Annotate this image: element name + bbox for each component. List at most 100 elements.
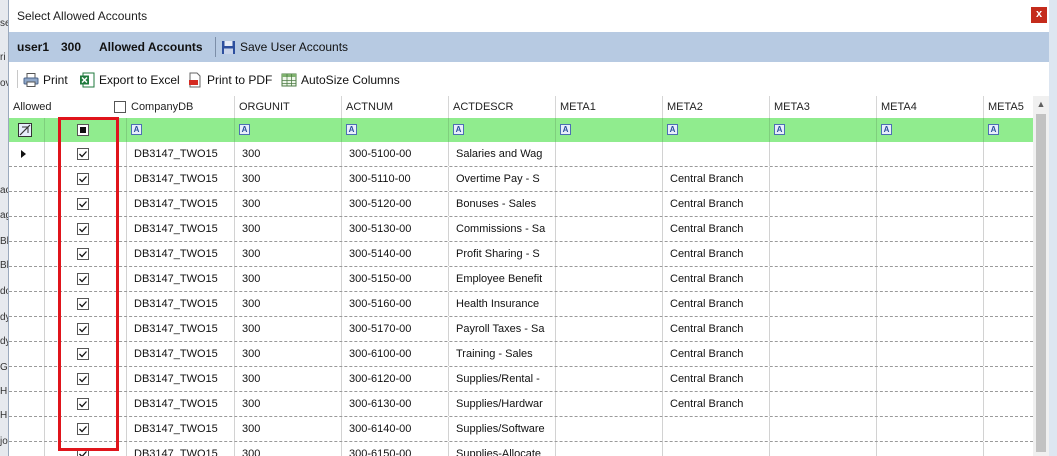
meta2-cell[interactable]: Central Branch <box>663 192 770 216</box>
header-companydb[interactable]: CompanyDB <box>127 96 235 118</box>
orgunit-cell[interactable]: 300 <box>235 142 342 166</box>
companydb-cell[interactable]: DB3147_TWO15 <box>127 242 235 266</box>
row-header[interactable] <box>9 392 45 416</box>
scroll-up-arrow-icon[interactable]: ▲ <box>1033 96 1049 112</box>
filter-text-icon[interactable]: A <box>239 124 250 135</box>
meta2-cell[interactable]: Central Branch <box>663 342 770 366</box>
meta3-cell[interactable] <box>770 267 877 291</box>
orgunit-cell[interactable]: 300 <box>235 342 342 366</box>
meta2-cell[interactable]: Central Branch <box>663 292 770 316</box>
actdescr-cell[interactable]: Commissions - Sa <box>449 217 556 241</box>
meta2-cell[interactable]: Central Branch <box>663 267 770 291</box>
actdescr-cell[interactable]: Health Insurance <box>449 292 556 316</box>
meta5-cell[interactable] <box>984 217 1033 241</box>
meta5-cell[interactable] <box>984 392 1033 416</box>
meta3-cell[interactable] <box>770 317 877 341</box>
header-meta4[interactable]: META4 <box>877 96 984 118</box>
actdescr-cell[interactable]: Training - Sales <box>449 342 556 366</box>
meta3-cell[interactable] <box>770 392 877 416</box>
meta2-cell[interactable]: Central Branch <box>663 167 770 191</box>
meta3-cell[interactable] <box>770 242 877 266</box>
actdescr-cell[interactable]: Overtime Pay - S <box>449 167 556 191</box>
vertical-scrollbar[interactable]: ▲ <box>1033 96 1049 456</box>
row-header[interactable] <box>9 417 45 441</box>
meta4-cell[interactable] <box>877 142 984 166</box>
header-allowed[interactable]: Allowed <box>9 96 126 118</box>
filter-orgunit-cell[interactable]: A <box>235 118 342 142</box>
companydb-cell[interactable]: DB3147_TWO15 <box>127 192 235 216</box>
filter-meta4-cell[interactable]: A <box>877 118 984 142</box>
actnum-cell[interactable]: 300-5120-00 <box>342 192 449 216</box>
filter-meta2-cell[interactable]: A <box>663 118 770 142</box>
header-actnum[interactable]: ACTNUM <box>342 96 449 118</box>
actdescr-cell[interactable]: Supplies/Rental - <box>449 367 556 391</box>
actnum-cell[interactable]: 300-5130-00 <box>342 217 449 241</box>
actdescr-cell[interactable]: Payroll Taxes - Sa <box>449 317 556 341</box>
table-row[interactable]: DB3147_TWO15 300 300-6130-00 Supplies/Hardw… <box>9 392 1033 417</box>
meta5-cell[interactable] <box>984 317 1033 341</box>
orgunit-cell[interactable]: 300 <box>235 417 342 441</box>
filter-text-icon[interactable]: A <box>346 124 357 135</box>
meta1-cell[interactable] <box>556 392 663 416</box>
filter-actnum-cell[interactable]: A <box>342 118 449 142</box>
filter-meta5-cell[interactable]: A <box>984 118 1033 142</box>
meta3-cell[interactable] <box>770 342 877 366</box>
meta4-cell[interactable] <box>877 267 984 291</box>
meta4-cell[interactable] <box>877 242 984 266</box>
meta5-cell[interactable] <box>984 242 1033 266</box>
orgunit-cell[interactable]: 300 <box>235 292 342 316</box>
orgunit-cell[interactable]: 300 <box>235 242 342 266</box>
meta2-cell[interactable] <box>663 142 770 166</box>
meta2-cell[interactable]: Central Branch <box>663 317 770 341</box>
meta2-cell[interactable] <box>663 417 770 441</box>
meta4-cell[interactable] <box>877 342 984 366</box>
meta1-cell[interactable] <box>556 342 663 366</box>
meta1-cell[interactable] <box>556 417 663 441</box>
meta2-cell[interactable]: Central Branch <box>663 367 770 391</box>
companydb-cell[interactable]: DB3147_TWO15 <box>127 367 235 391</box>
actnum-cell[interactable]: 300-5100-00 <box>342 142 449 166</box>
meta1-cell[interactable] <box>556 142 663 166</box>
companydb-cell[interactable]: DB3147_TWO15 <box>127 442 235 456</box>
meta5-cell[interactable] <box>984 442 1033 456</box>
actdescr-cell[interactable]: Supplies-Allocate <box>449 442 556 456</box>
actnum-cell[interactable]: 300-6130-00 <box>342 392 449 416</box>
meta1-cell[interactable] <box>556 242 663 266</box>
meta3-cell[interactable] <box>770 167 877 191</box>
meta1-cell[interactable] <box>556 292 663 316</box>
filter-actdescr-cell[interactable]: A <box>449 118 556 142</box>
table-row[interactable]: DB3147_TWO15 300 300-5170-00 Payroll Taxes … <box>9 317 1033 342</box>
header-orgunit[interactable]: ORGUNIT <box>235 96 342 118</box>
table-row[interactable]: DB3147_TWO15 300 300-6100-00 Training - Sal… <box>9 342 1033 367</box>
header-actdescr[interactable]: ACTDESCR <box>449 96 556 118</box>
table-row[interactable]: DB3147_TWO15 300 300-5110-00 Overtime Pay -… <box>9 167 1033 192</box>
meta3-cell[interactable] <box>770 367 877 391</box>
meta4-cell[interactable] <box>877 292 984 316</box>
companydb-cell[interactable]: DB3147_TWO15 <box>127 292 235 316</box>
meta5-cell[interactable] <box>984 292 1033 316</box>
meta1-cell[interactable] <box>556 217 663 241</box>
table-row[interactable]: DB3147_TWO15 300 300-5120-00 Bonuses - Sale… <box>9 192 1033 217</box>
companydb-cell[interactable]: DB3147_TWO15 <box>127 342 235 366</box>
actnum-cell[interactable]: 300-5110-00 <box>342 167 449 191</box>
table-row[interactable]: DB3147_TWO15 300 300-6140-00 Supplies/Softw… <box>9 417 1033 442</box>
close-button[interactable]: x <box>1031 7 1047 23</box>
companydb-cell[interactable]: DB3147_TWO15 <box>127 167 235 191</box>
save-user-accounts-button[interactable]: Save User Accounts <box>221 38 348 56</box>
select-all-checkbox[interactable] <box>114 101 126 113</box>
meta3-cell[interactable] <box>770 442 877 456</box>
row-header[interactable] <box>9 142 45 166</box>
actdescr-cell[interactable]: Supplies/Hardwar <box>449 392 556 416</box>
meta3-cell[interactable] <box>770 417 877 441</box>
actdescr-cell[interactable]: Profit Sharing - S <box>449 242 556 266</box>
meta2-cell[interactable]: Central Branch <box>663 242 770 266</box>
row-header[interactable] <box>9 167 45 191</box>
header-meta1[interactable]: META1 <box>556 96 663 118</box>
meta1-cell[interactable] <box>556 267 663 291</box>
orgunit-cell[interactable]: 300 <box>235 217 342 241</box>
actnum-cell[interactable]: 300-5170-00 <box>342 317 449 341</box>
actdescr-cell[interactable]: Supplies/Software <box>449 417 556 441</box>
meta5-cell[interactable] <box>984 192 1033 216</box>
companydb-cell[interactable]: DB3147_TWO15 <box>127 417 235 441</box>
filter-text-icon[interactable]: A <box>131 124 142 135</box>
